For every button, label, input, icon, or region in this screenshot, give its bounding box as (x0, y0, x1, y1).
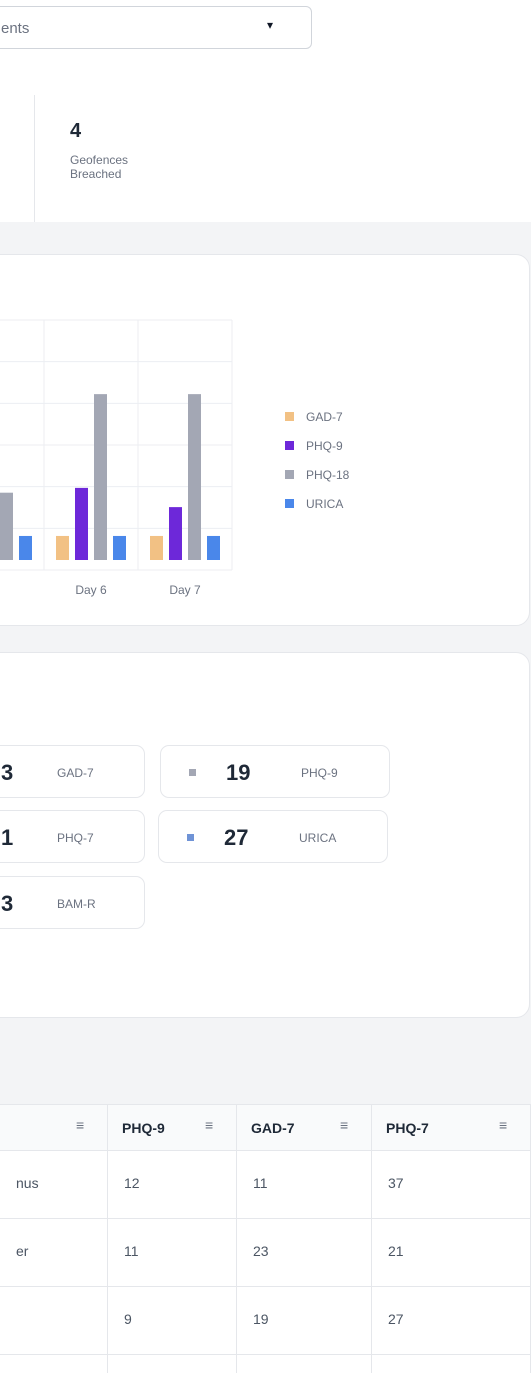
table-cell: 27 (372, 1287, 531, 1355)
filter-icon[interactable]: ≡ (205, 1117, 213, 1133)
column-header-phq-9[interactable]: PHQ-9 ≡ (108, 1105, 237, 1151)
table-cell: 23 (237, 1219, 372, 1287)
score-tile-phq-9[interactable]: 19 PHQ-9 (160, 745, 390, 798)
score-value: 19 (226, 760, 251, 785)
cell-value: 11 (124, 1243, 139, 1259)
cell-value: 11 (253, 1175, 268, 1191)
score-value: 1 (1, 825, 14, 850)
chart-x-axis: 5 Day 6 Day 7 (0, 583, 201, 597)
cell-value: 9 (124, 1311, 132, 1327)
cell-value: 27 (388, 1311, 404, 1327)
legend-item-phq-18[interactable]: PHQ-18 (285, 460, 349, 489)
legend-swatch (285, 470, 294, 479)
column-header-label: GAD-7 (251, 1120, 295, 1136)
scores-table: ≡ PHQ-9 ≡ GAD-7 ≡ PHQ-7 ≡ nus 12 11 37 er 11 23 21 9 19… (0, 1104, 531, 1373)
table-cell: 12 (108, 1151, 237, 1219)
x-tick-label: 5 (0, 583, 1, 597)
cell-value: nus (16, 1175, 39, 1191)
legend-label: PHQ-9 (306, 438, 343, 453)
score-value: 3 (1, 891, 14, 916)
dropdown-value: ents (1, 20, 30, 37)
table-cell: 21 (372, 1219, 531, 1287)
filter-icon[interactable]: ≡ (340, 1117, 348, 1133)
assessment-bar-chart: 5 Day 6 Day 7 (0, 319, 233, 597)
table-cell: 19 (237, 1287, 372, 1355)
bar-urica-0[interactable] (19, 535, 32, 560)
score-tile-urica[interactable]: 27 URICA (158, 810, 388, 863)
bar-gad-7-2[interactable] (150, 535, 163, 560)
cell-value: 12 (124, 1175, 140, 1191)
legend-label: GAD-7 (306, 409, 343, 424)
cell-value: 21 (388, 1243, 404, 1259)
column-header-label: PHQ-7 (386, 1120, 429, 1136)
bar-phq-18-1[interactable] (94, 394, 107, 560)
score-value: 3 (1, 760, 14, 785)
chevron-down-icon: ▾ (267, 18, 274, 32)
geofences-breached-count: 4 (70, 120, 82, 142)
column-header-label: PHQ-9 (122, 1120, 165, 1136)
bar-urica-2[interactable] (207, 535, 220, 560)
score-label: URICA (299, 831, 337, 845)
table-cell: nus (0, 1151, 108, 1219)
table-cell (0, 1287, 108, 1355)
column-header-phq-7[interactable]: PHQ-7 ≡ (372, 1105, 531, 1151)
legend-label: PHQ-18 (306, 467, 350, 482)
chart-bars (0, 394, 220, 560)
table-cell: 11 (237, 1151, 372, 1219)
table-cell: 11 (108, 1219, 237, 1287)
score-label: GAD-7 (57, 766, 94, 780)
score-label: PHQ-7 (57, 831, 94, 845)
bar-gad-7-1[interactable] (56, 535, 69, 560)
x-tick-label: Day 6 (75, 583, 107, 597)
geofences-breached-label: Geofences Breached (70, 153, 129, 181)
filter-icon[interactable]: ≡ (76, 1117, 84, 1133)
score-label: BAM-R (57, 897, 96, 911)
legend-label: URICA (306, 496, 344, 511)
table-cell: er (0, 1219, 108, 1287)
table-cell (372, 1355, 531, 1373)
cell-value: 23 (253, 1243, 269, 1259)
bar-phq-18-2[interactable] (188, 394, 201, 560)
legend-item-phq-9[interactable]: PHQ-9 (285, 431, 349, 460)
filter-icon[interactable]: ≡ (499, 1117, 507, 1133)
legend-swatch (285, 412, 294, 421)
bar-urica-1[interactable] (113, 535, 126, 560)
bar-phq-18-0[interactable] (0, 492, 13, 560)
cell-value: er (16, 1243, 29, 1259)
score-tile-phq-7[interactable]: 1 PHQ-7 (0, 810, 145, 863)
cell-value: 19 (253, 1311, 269, 1327)
bar-phq-9-2[interactable] (169, 507, 182, 560)
table-cell: 9 (108, 1287, 237, 1355)
score-tile-gad-7[interactable]: 3 GAD-7 (0, 745, 145, 798)
score-value: 27 (224, 825, 249, 850)
table-cell (237, 1355, 372, 1373)
column-header-gad-7[interactable]: GAD-7 ≡ (237, 1105, 372, 1151)
table-cell (0, 1355, 108, 1373)
table-cell (108, 1355, 237, 1373)
cell-value: 37 (388, 1175, 404, 1191)
score-tile-bam-r[interactable]: 3 BAM-R (0, 876, 145, 929)
legend-swatch (285, 441, 294, 450)
chart-legend: GAD-7 PHQ-9 PHQ-18 URICA (285, 402, 349, 518)
bar-phq-9-1[interactable] (75, 487, 88, 560)
stat-divider (34, 95, 35, 222)
score-color-marker (187, 834, 194, 841)
score-color-marker (189, 769, 196, 776)
table-cell: 37 (372, 1151, 531, 1219)
legend-item-urica[interactable]: URICA (285, 489, 349, 518)
x-tick-label: Day 7 (169, 583, 201, 597)
patient-filter-dropdown[interactable]: ents ▾ (0, 6, 312, 49)
legend-item-gad-7[interactable]: GAD-7 (285, 402, 349, 431)
legend-swatch (285, 499, 294, 508)
score-label: PHQ-9 (301, 766, 338, 780)
column-header-name[interactable]: ≡ (0, 1105, 108, 1151)
